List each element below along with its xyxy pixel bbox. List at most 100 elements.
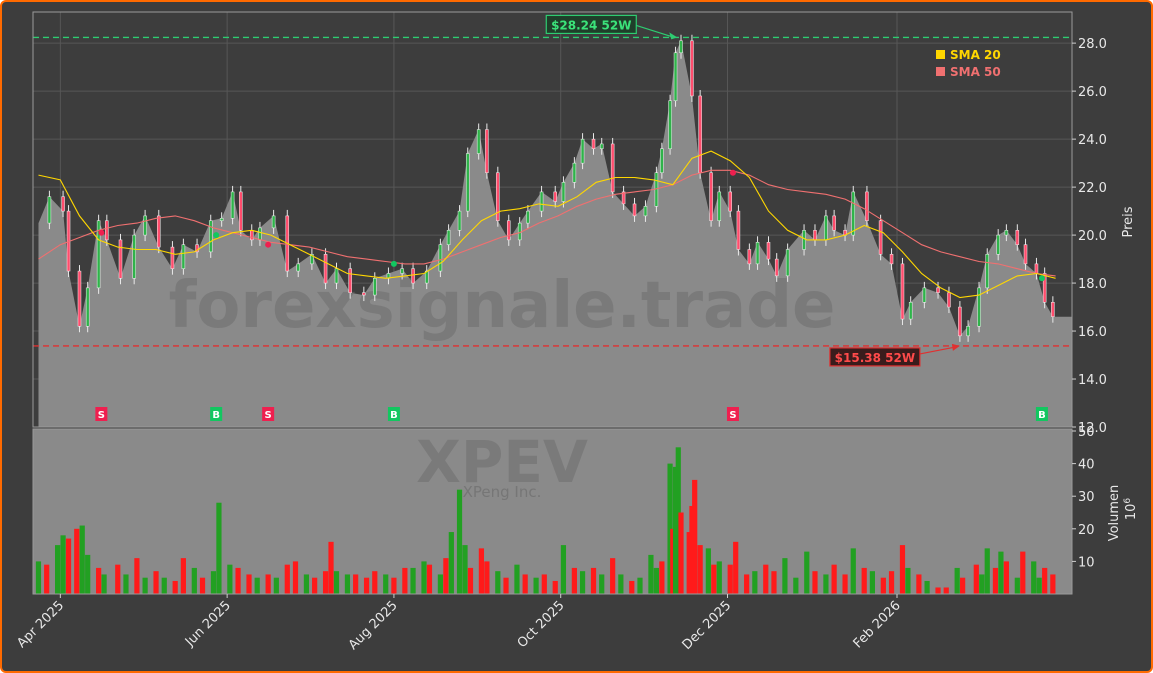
candle-down xyxy=(118,239,123,279)
price-tick-label: 28.0 xyxy=(1078,37,1107,52)
volume-bar-down xyxy=(678,512,684,594)
price-tick-label: 22.0 xyxy=(1078,181,1107,196)
volume-bar-down xyxy=(353,574,359,594)
volume-bar-up xyxy=(533,577,539,594)
volume-bar-up xyxy=(60,535,66,594)
volume-bar-up xyxy=(905,567,911,594)
volume-bar-down xyxy=(1042,567,1048,594)
volume-bar-down xyxy=(322,571,329,594)
sell-signal-dot xyxy=(98,229,105,236)
candle-up xyxy=(824,215,828,241)
candle-down xyxy=(553,191,557,202)
candle-up xyxy=(181,244,186,269)
volume-bar-down xyxy=(44,564,50,594)
candle-down xyxy=(77,270,82,327)
signal-letter: S xyxy=(729,410,736,421)
candle-down xyxy=(690,40,694,97)
buy-signal-dot xyxy=(390,260,397,267)
volume-bar-down xyxy=(467,567,474,594)
volume-bar-down xyxy=(916,574,922,594)
volume-bar-down xyxy=(960,577,966,594)
candle-up xyxy=(922,287,927,303)
candle-up xyxy=(1004,230,1009,236)
volume-bar-up xyxy=(101,574,107,594)
volume-bar-up xyxy=(421,561,427,594)
volume-bar-up xyxy=(210,571,217,594)
volume-bar-up xyxy=(823,574,829,594)
volume-bar-down xyxy=(1003,561,1009,594)
volume-bar-down xyxy=(711,564,717,594)
candle-down xyxy=(591,138,596,149)
volume-bar-down xyxy=(659,561,665,594)
volume-bar-up xyxy=(227,564,233,594)
volume-bar-down xyxy=(1020,551,1026,594)
volume-bar-up xyxy=(1036,577,1042,594)
candle-up xyxy=(996,234,1000,255)
volume-axis-label: Volumen xyxy=(1107,485,1122,542)
volume-bar-up xyxy=(579,571,586,594)
volume-bar-up xyxy=(254,577,260,594)
volume-bar-up xyxy=(998,551,1004,594)
volume-bar-down xyxy=(74,528,80,594)
candle-down xyxy=(170,246,175,269)
volume-bar-up xyxy=(161,577,167,594)
legend-swatch-sma50 xyxy=(936,67,945,76)
candle-down xyxy=(411,268,415,284)
candle-down xyxy=(878,220,883,255)
volume-bar-down xyxy=(180,558,186,594)
price-tick-label: 18.0 xyxy=(1078,277,1107,292)
candle-down xyxy=(323,254,328,284)
volume-tick-label: 50 xyxy=(1078,425,1095,440)
volume-bar-up xyxy=(448,532,454,594)
volume-bar-down xyxy=(943,587,949,594)
price-tick-label: 20.0 xyxy=(1078,229,1107,244)
candle-up xyxy=(334,268,339,284)
candle-down xyxy=(900,263,905,320)
volume-bar-down xyxy=(812,571,818,594)
volume-bar-down xyxy=(96,567,102,594)
sell-signal-dot xyxy=(729,169,736,176)
volume-bar-down xyxy=(503,577,509,594)
candle-down xyxy=(1051,302,1055,317)
volume-bar-up xyxy=(462,545,468,594)
candle-up xyxy=(400,268,404,274)
volume-bar-up xyxy=(216,502,222,594)
volume-bar-down xyxy=(541,574,547,594)
volume-bar-up xyxy=(303,574,310,594)
volume-bar-up xyxy=(984,548,990,594)
candle-down xyxy=(698,95,702,173)
candle-down xyxy=(362,292,366,296)
candle-down xyxy=(889,254,894,265)
candle-down xyxy=(947,292,951,308)
volume-bar-up xyxy=(123,574,129,594)
volume-bar-up xyxy=(1014,577,1020,594)
volume-bar-up xyxy=(954,567,960,594)
volume-bar-up xyxy=(648,554,654,594)
time-tick-label: Aug 2025 xyxy=(346,598,401,653)
signal-letter: B xyxy=(212,410,220,421)
volume-bar-up xyxy=(618,574,624,594)
candle-down xyxy=(736,210,741,250)
volume-bar-down xyxy=(992,567,999,594)
candle-up xyxy=(580,138,585,164)
volume-bar-up xyxy=(782,558,788,594)
volume-bar-up xyxy=(1031,561,1037,594)
volume-bar-up xyxy=(35,561,42,594)
volume-bar-up xyxy=(437,574,443,594)
volume-bar-up xyxy=(560,545,567,594)
volume-bar-up xyxy=(924,580,930,594)
candle-down xyxy=(507,220,511,241)
high-52w-label: $28.24 52W xyxy=(551,18,631,32)
candle-down xyxy=(610,143,615,193)
candle-up xyxy=(802,230,806,250)
signal-letter: B xyxy=(390,410,398,421)
candle-up xyxy=(572,162,577,183)
candle-up xyxy=(908,302,913,320)
volume-bar-up xyxy=(344,574,351,594)
volume-bar-down xyxy=(727,564,733,594)
candle-up xyxy=(373,278,377,296)
volume-bar-down xyxy=(328,541,334,594)
candle-up xyxy=(517,222,522,241)
legend-label-sma50: SMA 50 xyxy=(950,65,1001,79)
volume-tick-label: 10 xyxy=(1078,555,1095,570)
